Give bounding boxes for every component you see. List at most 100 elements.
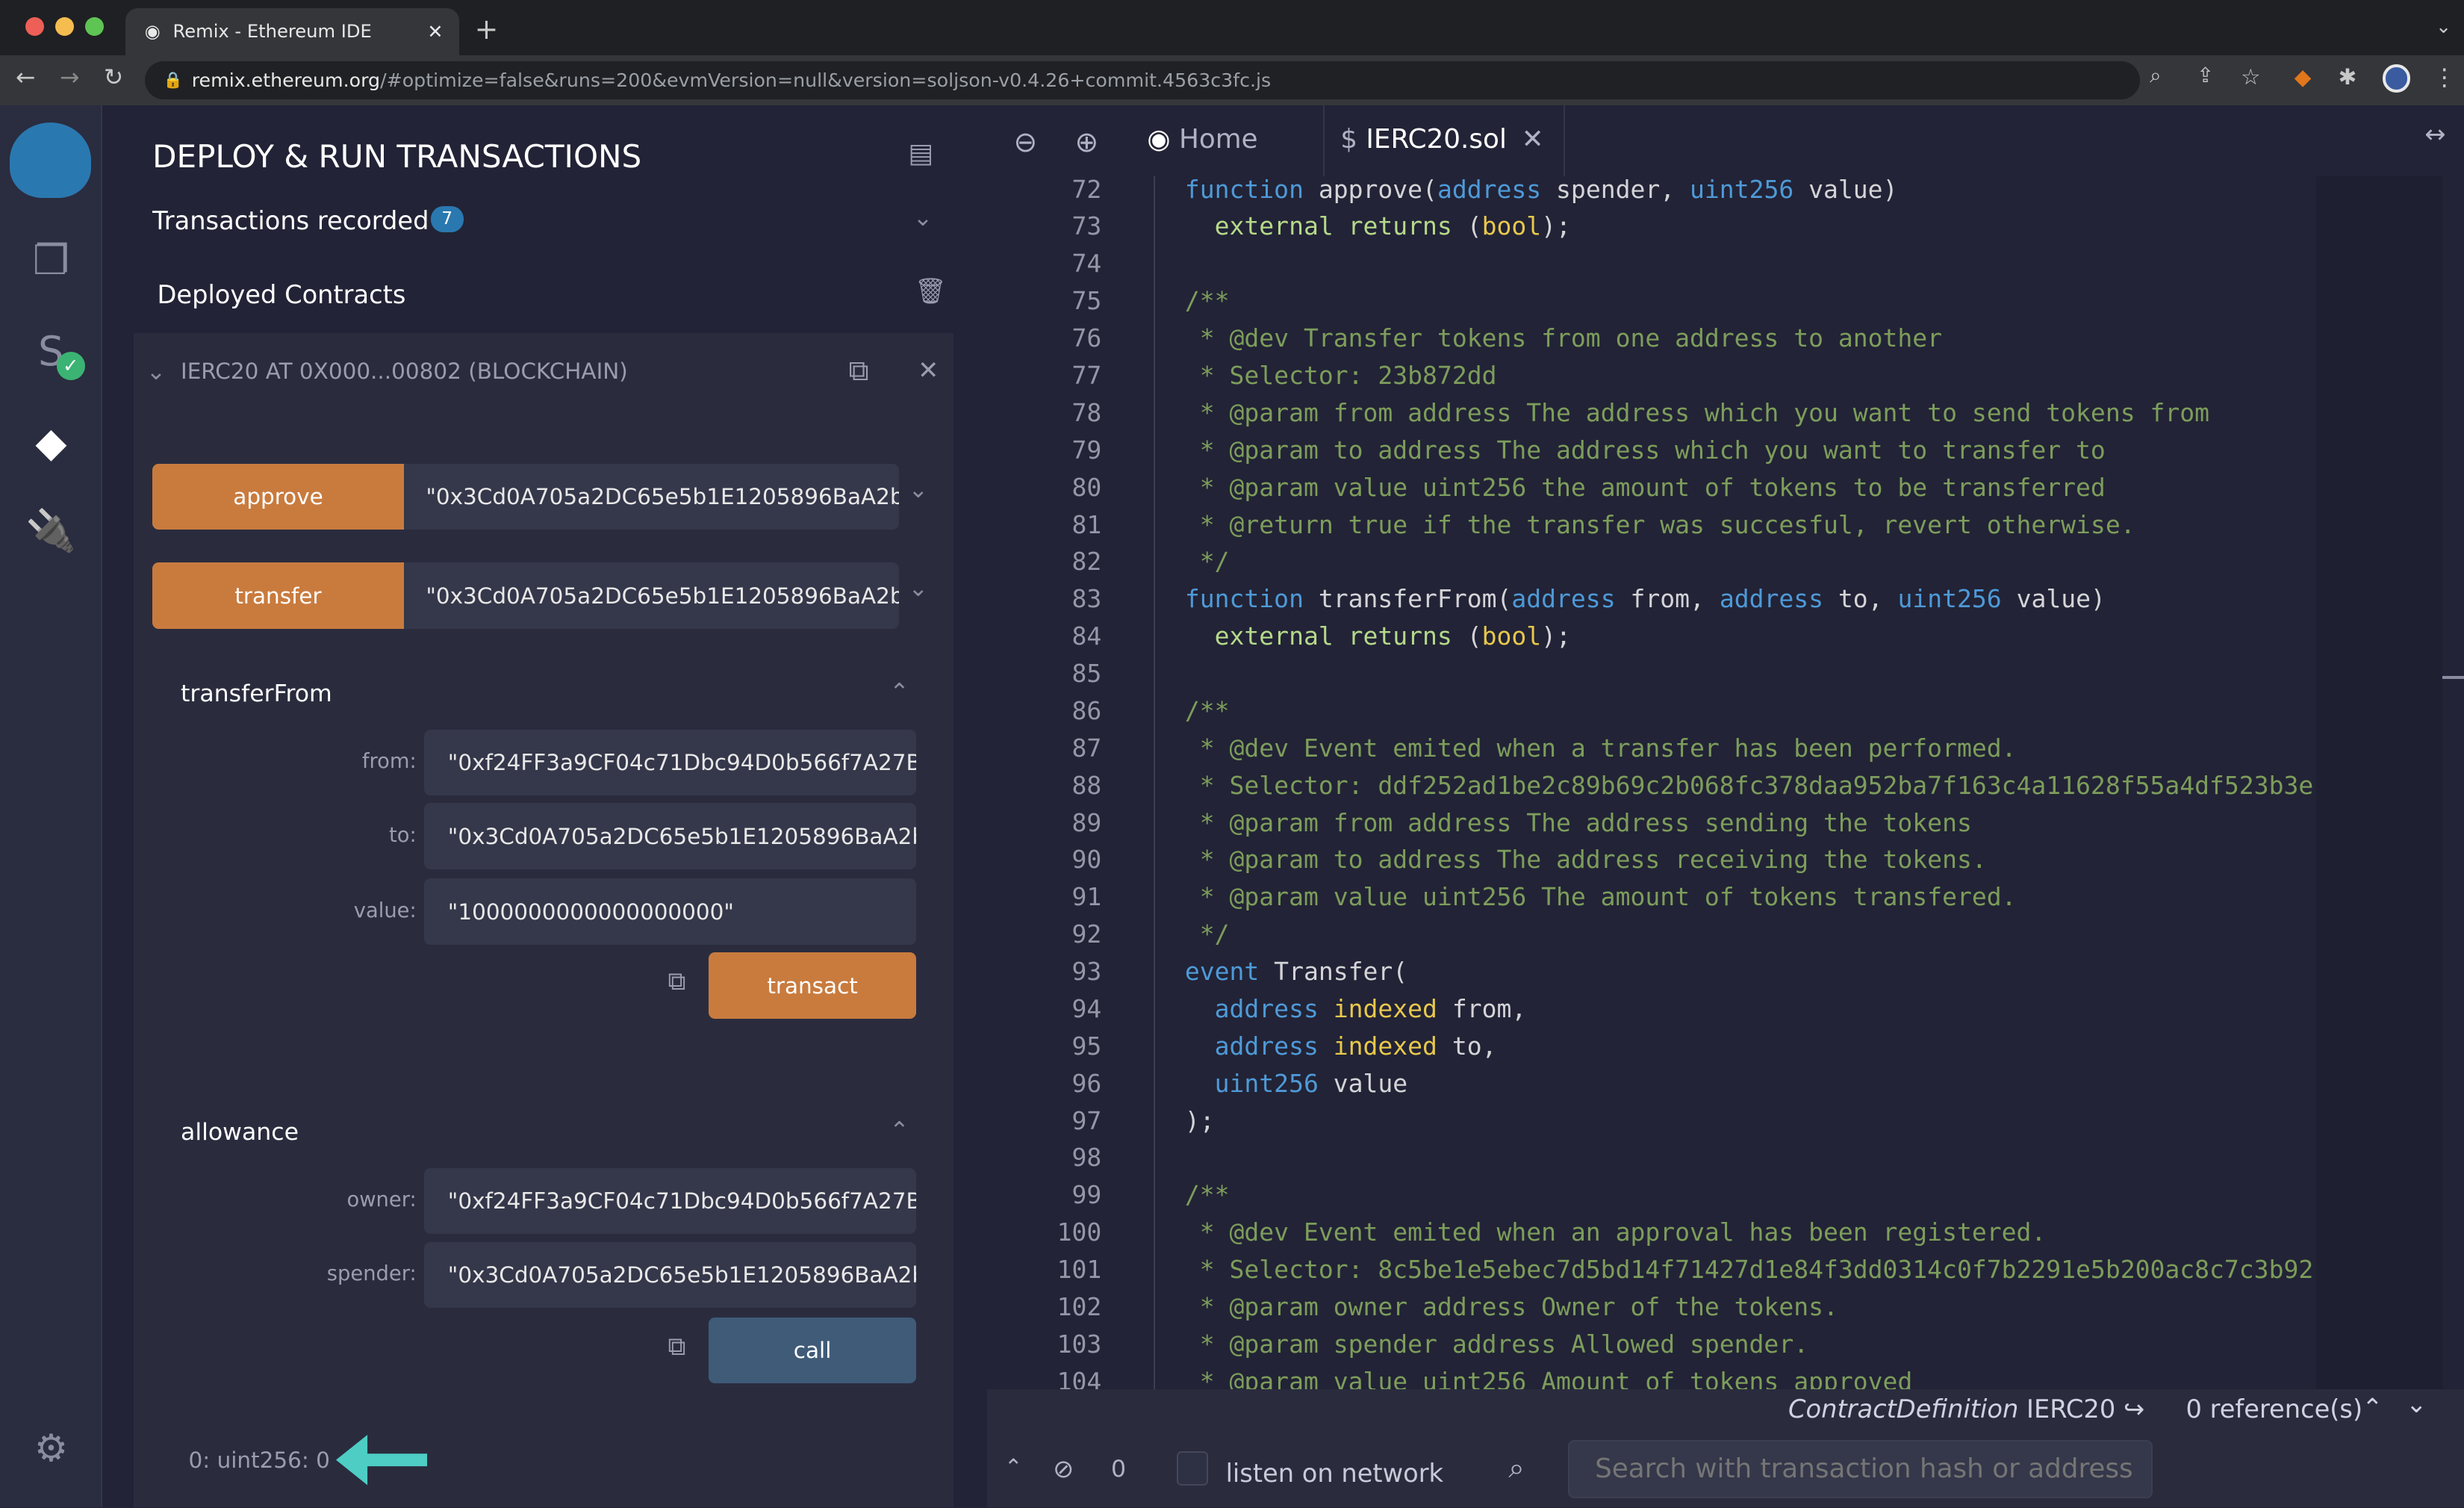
toggle-terminal-icon[interactable]: ⌃	[1004, 1454, 1023, 1480]
transactions-chevron-down-icon[interactable]: ⌄	[913, 205, 933, 232]
minimap[interactable]	[2316, 176, 2442, 1390]
approve-args-input[interactable]: "0x3Cd0A705a2DC65e5b1E1205896BaA2be8	[403, 463, 899, 530]
bookmark-star-icon[interactable]: ☆	[2241, 64, 2260, 90]
transferfrom-collapse-chevron-icon[interactable]: ⌃	[889, 679, 909, 706]
code-token: value)	[2001, 584, 2106, 614]
transact-button[interactable]: transact	[709, 952, 916, 1019]
spender-input[interactable]: "0x3Cd0A705a2DC65e5b1E1205896BaA2be8	[424, 1241, 916, 1309]
solidity-compiler-icon[interactable]: S ✓	[0, 327, 102, 381]
code-line: * @return true if the transfer was succe…	[1185, 510, 2135, 539]
code-line: * @param to address The address which yo…	[1185, 435, 2106, 465]
code-line: * Selector: ddf252ad1be2c89b69c2b068fc37…	[1185, 771, 2314, 800]
expand-panel-icon[interactable]: ↔	[2424, 120, 2445, 149]
close-tab-icon[interactable]: ✕	[427, 21, 443, 43]
code-line: */	[1185, 919, 1230, 949]
copy-calldata-icon[interactable]: ⧉	[668, 966, 685, 996]
line-number: 77	[1071, 360, 1102, 390]
zoom-icon[interactable]: ⌕	[2150, 64, 2161, 88]
extensions-icon[interactable]: ✱	[2339, 64, 2357, 90]
forward-icon[interactable]: →	[60, 64, 79, 91]
plugin-manager-icon[interactable]: 🔌	[0, 506, 102, 555]
clear-console-icon[interactable]: ⊘	[1053, 1454, 1074, 1483]
line-number: 91	[1071, 882, 1102, 912]
transfer-expand-chevron-icon[interactable]: ⌄	[908, 575, 927, 602]
close-file-tab-icon[interactable]: ✕	[1522, 124, 1544, 155]
code-token: value	[1318, 1068, 1408, 1098]
transfer-args-input[interactable]: "0x3Cd0A705a2DC65e5b1E1205896BaA2be8	[403, 562, 899, 629]
next-reference-icon[interactable]: ⌄	[2406, 1389, 2427, 1418]
line-number: 86	[1071, 695, 1102, 725]
line-number: 102	[1057, 1291, 1102, 1321]
documentation-icon[interactable]: ▤	[908, 138, 933, 169]
code-token: external returns	[1184, 621, 1452, 651]
approve-button[interactable]: approve	[152, 463, 404, 530]
code-line: * @dev Event emited when a transfer has …	[1185, 733, 2017, 763]
transfer-button[interactable]: transfer	[152, 562, 404, 629]
code-token: * @dev Transfer tokens from one address …	[1184, 323, 1943, 353]
contract-instance-name[interactable]: IERC20 AT 0X000...00802 (BLOCKCHAIN)	[181, 359, 628, 384]
line-number: 90	[1071, 845, 1102, 875]
line-number: 73	[1071, 211, 1102, 241]
value-input[interactable]: "1000000000000000000"	[424, 878, 916, 945]
listen-network-label: listen on network	[1225, 1459, 1444, 1489]
goto-definition-icon[interactable]: ↪	[2124, 1394, 2144, 1424]
browser-tab[interactable]: ◉ Remix - Ethereum IDE ✕	[125, 7, 459, 55]
file-explorer-icon[interactable]: ❐	[0, 236, 102, 284]
call-button[interactable]: call	[709, 1317, 916, 1384]
to-input[interactable]: "0x3Cd0A705a2DC65e5b1E1205896BaA2be8	[424, 803, 916, 869]
transaction-search-input[interactable]	[1568, 1439, 2153, 1498]
prev-reference-icon[interactable]: ⌃	[2362, 1393, 2383, 1422]
new-tab-button[interactable]: +	[475, 13, 499, 46]
zoom-out-icon[interactable]: ⊖	[1013, 125, 1037, 158]
url-input[interactable]: 🔒 remix.ethereum.org/#optimize=false&run…	[144, 61, 2141, 99]
arrow-left-annotation-icon	[336, 1435, 428, 1486]
code-line: function transferFrom(address from, addr…	[1185, 584, 2106, 613]
allowance-collapse-chevron-icon[interactable]: ⌃	[889, 1117, 909, 1144]
code-line: address indexed to,	[1185, 1031, 1497, 1061]
tab-divider	[1564, 105, 1566, 178]
line-number: 78	[1071, 397, 1102, 427]
code-line: uint256 value	[1185, 1068, 1408, 1098]
code-token: * @param value uint256 Amount of tokens …	[1184, 1366, 1913, 1390]
line-number: 79	[1071, 435, 1102, 465]
tab-search-icon[interactable]: ⌄	[2436, 16, 2451, 37]
trash-icon[interactable]: 🗑	[915, 276, 947, 306]
from-input[interactable]: "0xf24FF3a9CF04c71Dbc94D0b566f7A27B94	[424, 729, 916, 795]
metamask-extension-icon[interactable]: ◆	[2295, 64, 2312, 90]
zoom-in-icon[interactable]: ⊕	[1075, 125, 1099, 158]
url-path: /#optimize=false&runs=200&evmVersion=nul…	[380, 69, 1272, 91]
file-tab-label: IERC20.sol	[1366, 124, 1507, 155]
line-number: 83	[1071, 584, 1102, 614]
code-token: spender,	[1541, 176, 1690, 204]
code-token: event	[1184, 957, 1260, 987]
code-token: (	[1452, 621, 1482, 651]
panel-title: DEPLOY & RUN TRANSACTIONS	[152, 138, 642, 176]
remix-logo-icon[interactable]	[9, 122, 92, 199]
compile-success-icon: ✓	[56, 352, 85, 381]
owner-input[interactable]: "0xf24FF3a9CF04c71Dbc94D0b566f7A27B94	[424, 1167, 916, 1235]
approve-expand-chevron-icon[interactable]: ⌄	[908, 477, 927, 503]
code-token: /**	[1184, 1180, 1230, 1210]
scrollbar-thumb[interactable]	[2442, 675, 2464, 680]
code-line: * @param to address The address receivin…	[1185, 845, 1987, 874]
settings-gear-icon[interactable]: ⚙	[0, 1426, 102, 1470]
ierc20-tab[interactable]: $ IERC20.sol ✕	[1340, 124, 1543, 155]
back-icon[interactable]: ←	[16, 64, 35, 91]
code-token: * @param to address The address receivin…	[1184, 845, 1987, 875]
deploy-run-icon[interactable]: ◆	[0, 418, 102, 466]
code-token: * Selector: 8c5be1e5ebec7d5bd14f71427d1e…	[1184, 1255, 2314, 1285]
browser-menu-icon[interactable]: ⋮	[2433, 64, 2457, 91]
home-tab[interactable]: ◉ Home	[1147, 124, 1257, 155]
code-token: from,	[1437, 993, 1527, 1023]
listen-network-checkbox[interactable]	[1177, 1450, 1209, 1486]
reload-icon[interactable]: ↻	[104, 64, 123, 91]
code-token: Transfer(	[1259, 957, 1408, 987]
remove-contract-icon[interactable]: ✕	[918, 356, 939, 385]
code-editor[interactable]: 72 function approve(address spender, uint…	[986, 176, 2317, 1390]
copy-address-icon[interactable]: ⧉	[848, 354, 868, 388]
line-number: 82	[1071, 547, 1102, 577]
share-icon[interactable]: ⇪	[2197, 64, 2214, 87]
contract-collapse-chevron-icon[interactable]: ⌄	[146, 359, 166, 385]
code-line: address indexed from,	[1185, 993, 1527, 1023]
copy-call-calldata-icon[interactable]: ⧉	[668, 1332, 685, 1362]
